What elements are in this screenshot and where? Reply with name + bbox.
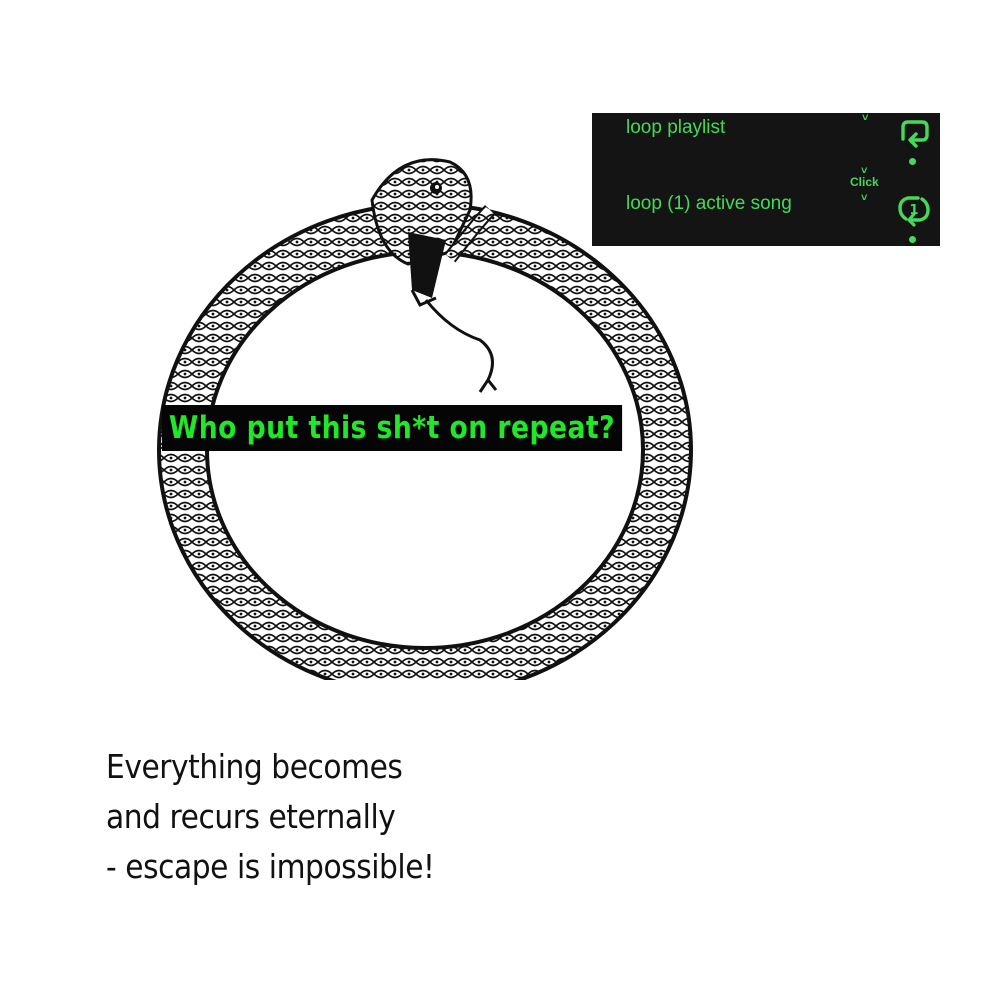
repeat-mode-menu: loop playlist loop (1) active song ˅ ˅ C…	[592, 112, 940, 246]
caption-line: Everything becomes	[106, 747, 403, 786]
svg-text:1: 1	[909, 203, 918, 218]
chevron-down-icon: ˅	[862, 112, 869, 124]
loop-playlist-label: loop playlist	[626, 117, 726, 138]
active-indicator-dot	[909, 158, 916, 165]
caption-line: and recurs eternally	[106, 797, 396, 836]
loop-active-song-label: loop (1) active song	[626, 193, 792, 214]
repeat-icon[interactable]	[894, 113, 934, 153]
active-indicator-dot	[909, 236, 916, 243]
serpent-head	[370, 158, 498, 393]
chevron-down-icon: ˅	[861, 192, 868, 204]
repeat-one-icon[interactable]: 1	[894, 189, 934, 229]
caption: Everything becomes and recurs eternally …	[106, 742, 610, 892]
headline-banner: Who put this sh*t on repeat?	[162, 405, 622, 451]
caption-line: - escape is impossible!	[106, 847, 435, 886]
click-annotation: Click	[850, 175, 879, 189]
